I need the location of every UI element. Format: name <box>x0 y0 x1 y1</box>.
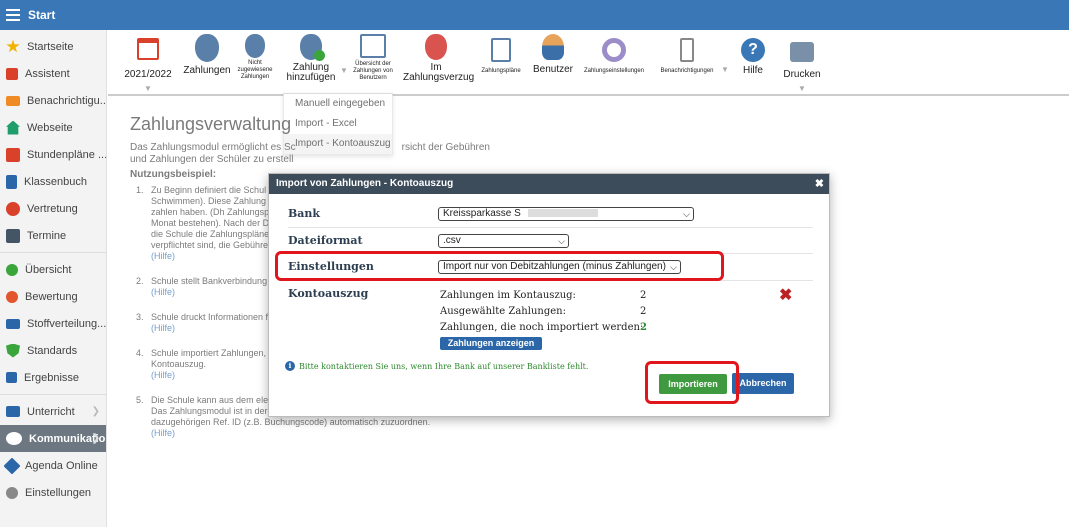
chevron-right-icon: ❯ <box>91 406 100 417</box>
wand-icon <box>6 67 18 80</box>
sidebar-item-standards[interactable]: Standards <box>0 337 106 364</box>
close-icon[interactable]: ✖ <box>815 174 824 194</box>
chevron-down-icon: ⌵ <box>558 236 565 246</box>
bank-info-note: i Bitte kontaktieren Sie uns, wenn Ihre … <box>285 361 588 371</box>
chevron-down-icon: ⌵ <box>683 209 690 219</box>
bank-label: Bank <box>288 207 321 220</box>
sidebar-divider <box>0 252 106 253</box>
import-highlight-frame <box>645 361 739 404</box>
stat-label: Zahlungen im Kontauszug: <box>440 290 576 301</box>
format-label: Dateiformat <box>288 234 363 247</box>
modal-title: Import von Zahlungen - Kontoauszug <box>276 178 454 189</box>
sidebar-item-agenda-online[interactable]: Agenda Online <box>0 452 106 479</box>
toolbar-zahlung-hinzufuegen[interactable]: Zahlung hinzufügen <box>284 34 338 83</box>
stat-value: 2 <box>640 322 647 333</box>
toolbar-drucken[interactable]: Drucken ▼ <box>778 34 826 94</box>
toolbar-benutzer[interactable]: Benutzer <box>532 34 574 75</box>
sidebar-item-bewertung[interactable]: Bewertung <box>0 283 106 310</box>
show-payments-button[interactable]: Zahlungen anzeigen <box>440 337 542 350</box>
stat-label: Ausgewählte Zahlungen: <box>440 306 566 317</box>
sidebar-item-ergebnisse[interactable]: Ergebnisse <box>0 364 106 391</box>
import-modal: Import von Zahlungen - Kontoauszug ✖ Ban… <box>268 173 830 417</box>
sidebar-item-startseite[interactable]: Startseite <box>0 33 106 60</box>
user-icon <box>542 34 564 60</box>
format-select[interactable]: .csv ⌵ <box>438 234 569 248</box>
layers-icon <box>6 318 20 329</box>
stat-value: 2 <box>640 290 647 301</box>
toolbar-im-zahlungsverzug[interactable]: Im Zahlungsverzug <box>403 34 474 83</box>
document-money-icon <box>491 38 511 62</box>
book-icon <box>6 174 17 189</box>
sidebar-item-stoffverteilung[interactable]: Stoffverteilung... <box>0 310 106 337</box>
stat-value: 2 <box>640 306 647 317</box>
shield-icon <box>6 343 20 358</box>
statement-label: Kontoauszug <box>288 287 369 300</box>
sidebar-item-termine[interactable]: Termine <box>0 222 106 249</box>
sidebar-divider <box>0 394 106 395</box>
year-selector[interactable]: 2021/2022 ▼ <box>123 34 173 94</box>
badge-icon <box>6 290 18 303</box>
sidebar-item-unterricht[interactable]: Unterricht ❯ <box>0 398 106 425</box>
toolbar-hilfe[interactable]: ? Hilfe <box>736 34 770 76</box>
top-bar: Start <box>0 0 1069 30</box>
sidebar-item-uebersicht[interactable]: Übersicht <box>0 256 106 283</box>
toolbar-zahlungen[interactable]: Zahlungen <box>183 34 231 76</box>
cancel-button[interactable]: Abbrechen <box>732 373 794 394</box>
help-icon: ? <box>741 38 765 62</box>
redacted-bank-name <box>527 209 598 218</box>
person-icon <box>6 201 20 216</box>
gear-icon <box>6 486 18 499</box>
sidebar-item-stundenplaene[interactable]: Stundenpläne ... <box>0 141 106 168</box>
bar-chart-icon <box>6 372 17 383</box>
money-bag-clock-icon <box>425 34 447 60</box>
delete-icon[interactable]: ✖ <box>779 285 792 305</box>
sidebar-item-einstellungen[interactable]: Einstellungen <box>0 479 106 506</box>
calendar-icon <box>137 38 159 60</box>
gear-icon <box>602 38 626 62</box>
calendar-dark-icon <box>6 228 20 243</box>
mail-icon <box>6 95 20 106</box>
star-icon <box>6 39 20 53</box>
toolbar-zahlungsplaene[interactable]: Zahlungspläne <box>476 34 526 75</box>
settings-highlight-frame <box>275 251 724 281</box>
toolbar-uebersicht[interactable]: Übersicht der Zahlungen von Benutzern <box>348 34 398 82</box>
sidebar-item-webseite[interactable]: Webseite <box>0 114 106 141</box>
chevron-right-icon: ❯ <box>91 433 100 444</box>
stat-label: Zahlungen, die noch importiert werden: <box>440 322 644 333</box>
money-bag-icon <box>195 34 219 62</box>
money-bag-add-icon <box>300 34 325 61</box>
toolbar-zahlungseinstellungen[interactable]: Zahlungseinstellungen <box>578 34 650 75</box>
info-icon: i <box>285 361 295 371</box>
chevron-down-icon[interactable]: ▼ <box>340 66 348 75</box>
briefcase-icon <box>6 406 20 417</box>
hamburger-menu-icon[interactable] <box>6 6 20 24</box>
pen-icon <box>3 457 21 474</box>
sidebar: Startseite Assistent Benachrichtigu... W… <box>0 30 107 527</box>
toolbar-benachrichtigungen[interactable]: Benachrichtigungen <box>656 34 718 75</box>
bank-row: Bank Kreissparkasse S ⌵ <box>288 202 813 228</box>
calendar-icon <box>6 147 20 162</box>
home-icon <box>6 120 20 135</box>
chat-icon <box>6 432 22 445</box>
sidebar-item-klassenbuch[interactable]: Klassenbuch <box>0 168 106 195</box>
printer-icon <box>790 42 814 62</box>
sidebar-item-benachrichtigungen[interactable]: Benachrichtigu... <box>0 87 106 114</box>
chevron-down-icon: ▼ <box>144 84 152 93</box>
app-title[interactable]: Start <box>28 8 55 22</box>
chevron-down-icon: ▼ <box>798 84 806 93</box>
check-circle-icon <box>6 263 18 276</box>
phone-notification-icon <box>680 38 694 62</box>
sidebar-item-assistent[interactable]: Assistent <box>0 60 106 87</box>
bank-select[interactable]: Kreissparkasse S ⌵ <box>438 207 694 221</box>
chevron-down-icon[interactable]: ▼ <box>721 65 729 74</box>
sidebar-item-kommunikation[interactable]: Kommunikation ❯ <box>0 425 106 452</box>
toolbar: 2021/2022 ▼ Zahlungen Nicht zugewiesene … <box>108 30 1069 96</box>
money-bag-question-icon <box>245 34 265 58</box>
ledger-icon <box>360 34 386 58</box>
toolbar-nicht-zugewiesen[interactable]: Nicht zugewiesene Zahlungen <box>233 34 277 81</box>
modal-header: Import von Zahlungen - Kontoauszug ✖ <box>269 174 829 194</box>
sidebar-item-vertretung[interactable]: Vertretung <box>0 195 106 222</box>
